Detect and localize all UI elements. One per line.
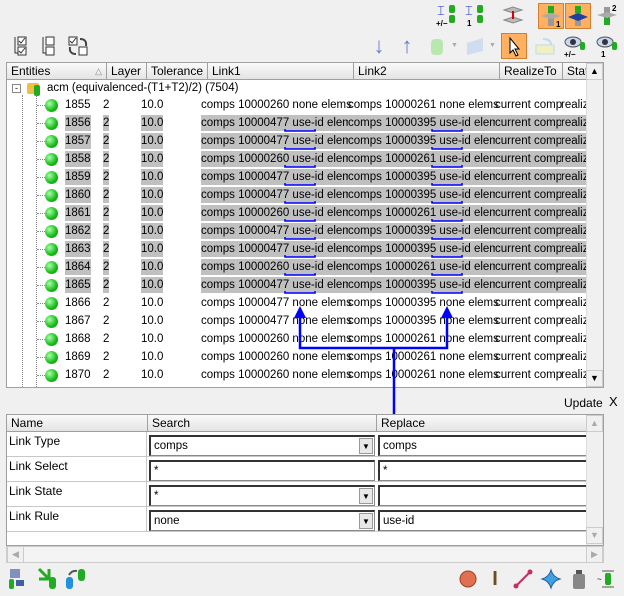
scroll-right-button[interactable]: ▶ [586, 546, 603, 563]
annotation-underline [431, 291, 463, 294]
search-value: none [154, 515, 180, 527]
horizontal-scrollbar[interactable]: ◀ ▶ [6, 546, 604, 563]
dropdown-arrow-icon[interactable]: ▼ [359, 438, 373, 454]
replace-field[interactable]: * [378, 460, 602, 481]
arrowhead-icon [294, 306, 306, 318]
arrowhead-icon [441, 306, 453, 318]
spot-icon[interactable] [455, 566, 481, 592]
annotation-arrow-line [298, 312, 449, 350]
vertical-scrollbar[interactable]: ▲ ▼ [586, 415, 603, 545]
search-replace-table: Name Search Replace Link Type comps ▼ comps… [6, 414, 604, 546]
replace-row: Link Typecomps▼comps▼ [7, 432, 602, 457]
scroll-left-button[interactable]: ◀ [7, 546, 24, 563]
close-icon[interactable]: X [609, 394, 618, 409]
search-value: * [154, 465, 159, 477]
search-value: * [154, 490, 159, 502]
annotation-underline [431, 183, 463, 186]
seam-icon[interactable] [510, 566, 536, 592]
annotation-underline [431, 147, 463, 150]
annotation-underline [284, 201, 316, 204]
replace-value: comps [383, 440, 417, 452]
update-button[interactable]: Update [564, 396, 603, 410]
annotation-underline [431, 237, 463, 240]
scroll-down-button[interactable]: ▼ [586, 527, 603, 544]
annotation-underline [284, 165, 316, 168]
column-header-replace: Replace [377, 415, 587, 432]
dropdown-arrow-icon[interactable]: ▼ [359, 513, 373, 529]
row-name: Link Rule [7, 507, 147, 532]
replace-row: Link Select * * [7, 457, 602, 482]
replace-row: Link State*▼▼ [7, 482, 602, 507]
annotation-underline [431, 255, 463, 258]
annotation-underline [284, 219, 316, 222]
dropdown-arrow-icon[interactable]: ▼ [359, 488, 373, 504]
replace-value: use-id [383, 515, 415, 527]
scroll-up-button[interactable]: ▲ [586, 415, 603, 432]
row-name: Link Select [7, 457, 147, 482]
annotation-underline [431, 219, 463, 222]
column-header-search: Search [148, 415, 377, 432]
svg-text:~: ~ [597, 575, 602, 584]
annotation-underline [431, 129, 463, 132]
replace-field[interactable]: use-id▼ [378, 510, 602, 531]
row-name: Link Type [7, 432, 147, 457]
annotation-underline [284, 237, 316, 240]
connector-browser-icon[interactable] [5, 566, 31, 592]
annotation-underline [284, 129, 316, 132]
search-value: comps [154, 440, 188, 452]
annotation-underline [284, 183, 316, 186]
search-field[interactable]: * [149, 460, 375, 481]
apply-icon[interactable]: ~ [594, 566, 620, 592]
annotation-underline [431, 165, 463, 168]
replace-field[interactable]: comps▼ [378, 435, 602, 456]
annotation-underline [431, 273, 463, 276]
search-field[interactable]: * ▼ [149, 485, 375, 506]
move-components-icon[interactable] [62, 566, 88, 592]
replace-row: Link Rule none ▼ use-id▼ [7, 507, 602, 532]
search-field[interactable]: comps ▼ [149, 435, 375, 456]
annotation-underline [284, 291, 316, 294]
import-icon[interactable] [34, 566, 60, 592]
replace-value: * [383, 465, 388, 477]
annotation-underline [284, 273, 316, 276]
area-icon[interactable] [538, 566, 564, 592]
row-name: Link State [7, 482, 147, 507]
replace-field[interactable]: ▼ [378, 485, 602, 506]
column-header-name: Name [7, 415, 148, 432]
search-field[interactable]: none ▼ [149, 510, 375, 531]
annotation-underline [284, 255, 316, 258]
bolt-icon[interactable]: I [482, 566, 508, 592]
annotation-underline [284, 147, 316, 150]
mass-icon[interactable] [566, 566, 592, 592]
annotation-underline [431, 201, 463, 204]
